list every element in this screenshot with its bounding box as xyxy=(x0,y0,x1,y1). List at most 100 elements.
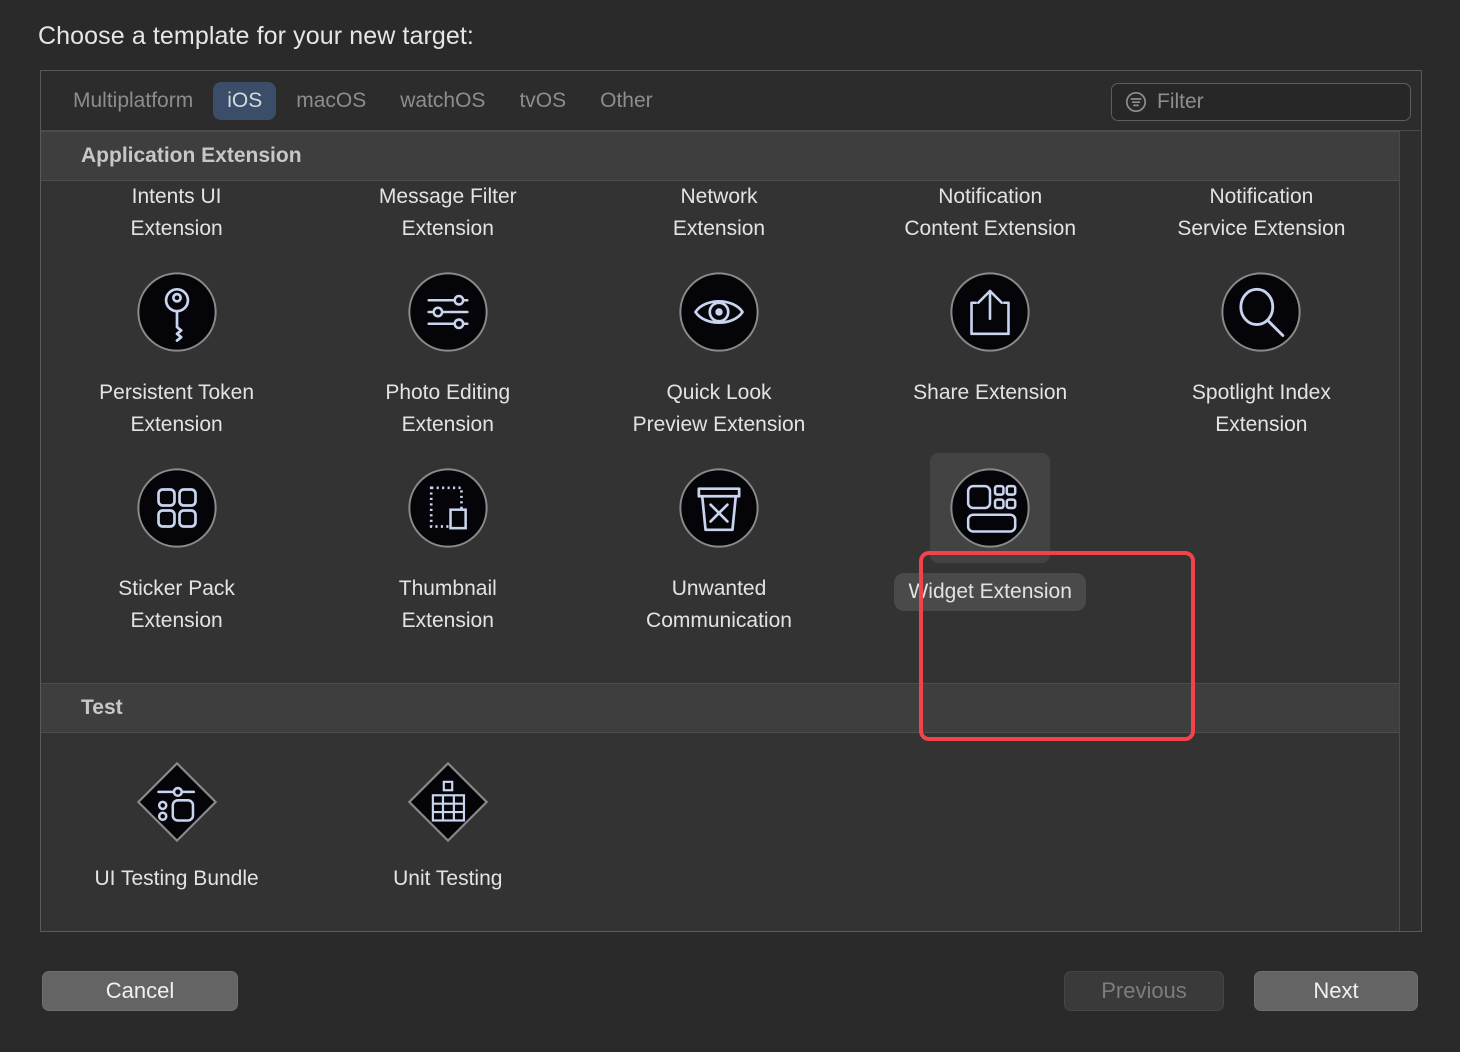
platform-tab-watchos[interactable]: watchOS xyxy=(386,82,499,120)
template-label: Notification Service Extension xyxy=(1177,185,1346,240)
template-label: Quick Look Preview Extension xyxy=(632,381,806,436)
template-cell xyxy=(583,863,854,897)
template-label: Intents UI Extension xyxy=(130,185,223,240)
icon-container xyxy=(117,257,237,367)
template-label: Unwanted Communication xyxy=(646,577,792,632)
template-cell-empty xyxy=(1126,453,1397,573)
icon-container xyxy=(388,747,508,857)
template-label: Spotlight Index Extension xyxy=(1191,381,1331,436)
template-cell-sticker-pack-extension[interactable] xyxy=(41,453,312,573)
platform-tab-tvos[interactable]: tvOS xyxy=(505,82,580,120)
template-cell-ui-testing-bundle[interactable] xyxy=(41,747,312,863)
template-label: Unit Testing xyxy=(393,867,503,890)
template-list[interactable]: Application Extension Intents UI Extensi… xyxy=(41,131,1421,931)
platform-tab-ios[interactable]: iOS xyxy=(213,81,277,120)
template-cell-empty xyxy=(855,747,1126,863)
template-label: Network Extension xyxy=(672,185,766,240)
template-cell[interactable]: Share Extension xyxy=(855,377,1126,453)
next-button[interactable]: Next xyxy=(1254,971,1418,1011)
sliders-icon xyxy=(408,272,488,352)
scrollbar-track[interactable] xyxy=(1399,131,1421,931)
template-cell[interactable]: Photo Editing Extension xyxy=(312,377,583,453)
icon-container xyxy=(930,257,1050,367)
template-cell[interactable]: Persistent Token Extension xyxy=(41,377,312,453)
template-cell xyxy=(855,863,1126,897)
template-cell-empty xyxy=(1126,747,1397,863)
template-cell[interactable]: Widget Extension xyxy=(855,573,1126,649)
share-icon xyxy=(950,272,1030,352)
new-target-template-dialog: Choose a template for your new target: M… xyxy=(0,0,1460,1052)
template-cell[interactable]: Spotlight Index Extension xyxy=(1126,377,1397,453)
template-cell xyxy=(1126,573,1397,649)
thumbnail-icon xyxy=(408,468,488,548)
template-row-labels-partial: Intents UI Extension Message Filter Exte… xyxy=(41,181,1421,257)
template-cell xyxy=(1126,863,1397,897)
template-label: Photo Editing Extension xyxy=(385,381,511,436)
icon-container xyxy=(117,453,237,563)
template-cell[interactable]: Notification Service Extension xyxy=(1126,181,1397,257)
template-cell-widget-extension[interactable] xyxy=(855,453,1126,573)
filter-icon xyxy=(1124,90,1148,114)
template-cell[interactable]: Unwanted Communication xyxy=(583,573,854,649)
template-cell[interactable]: Thumbnail Extension xyxy=(312,573,583,649)
template-label: Sticker Pack Extension xyxy=(118,577,235,632)
template-cell[interactable]: UI Testing Bundle xyxy=(41,863,312,897)
template-cell-persistent-token-extension[interactable] xyxy=(41,257,312,377)
trash-x-icon xyxy=(679,468,759,548)
template-cell[interactable]: Notification Content Extension xyxy=(855,181,1126,257)
unit-test-diamond-icon xyxy=(407,761,488,843)
template-label: Share Extension xyxy=(913,381,1068,404)
cancel-button[interactable]: Cancel xyxy=(42,971,238,1011)
template-cell[interactable]: Message Filter Extension xyxy=(312,181,583,257)
icon-container xyxy=(659,257,779,367)
template-cell[interactable]: Intents UI Extension xyxy=(41,181,312,257)
template-cell-share-extension[interactable] xyxy=(855,257,1126,377)
platform-tab-multiplatform[interactable]: Multiplatform xyxy=(59,82,207,120)
test-row-icons xyxy=(41,733,1421,863)
eye-icon xyxy=(679,272,759,352)
key-icon xyxy=(136,272,217,352)
ui-test-diamond-icon xyxy=(136,761,217,843)
icon-container xyxy=(117,747,237,857)
previous-button[interactable]: Previous xyxy=(1064,971,1224,1011)
template-cell[interactable]: Unit Testing xyxy=(312,863,583,897)
selected-template-label: Widget Extension xyxy=(894,573,1086,611)
template-cell[interactable]: Sticker Pack Extension xyxy=(41,573,312,649)
icon-container xyxy=(659,453,779,563)
template-label: Notification Content Extension xyxy=(904,185,1076,240)
icon-container xyxy=(1201,257,1321,367)
template-row-labels-3: Sticker Pack Extension Thumbnail Extensi… xyxy=(41,573,1421,649)
template-cell[interactable]: Quick Look Preview Extension xyxy=(583,377,854,453)
test-row-labels: UI Testing Bundle Unit Testing xyxy=(41,863,1421,897)
page-title: Choose a template for your new target: xyxy=(38,22,474,50)
template-row-labels-2: Persistent Token Extension Photo Editing… xyxy=(41,377,1421,453)
template-label-selected: Widget Extension xyxy=(888,573,1091,611)
template-cell-spotlight-index-extension[interactable] xyxy=(1126,257,1397,377)
filter-input[interactable]: Filter xyxy=(1111,83,1411,121)
section-header-test: Test xyxy=(41,683,1421,733)
icon-container xyxy=(388,453,508,563)
section-header-application-extension: Application Extension xyxy=(41,131,1421,181)
platform-toolbar: Multiplatform iOS macOS watchOS tvOS Oth… xyxy=(41,71,1421,131)
platform-tab-other[interactable]: Other xyxy=(586,82,667,120)
template-label: Persistent Token Extension xyxy=(99,381,255,436)
platform-tab-macos[interactable]: macOS xyxy=(282,82,380,120)
template-label: Message Filter Extension xyxy=(378,185,517,240)
template-row-icons-1 xyxy=(41,257,1421,377)
filter-placeholder: Filter xyxy=(1157,90,1204,113)
template-cell[interactable]: Network Extension xyxy=(583,181,854,257)
icon-container-empty xyxy=(1201,453,1321,563)
template-cell-photo-editing-extension[interactable] xyxy=(312,257,583,377)
template-label: Thumbnail Extension xyxy=(398,577,497,632)
template-cell-quick-look-preview-extension[interactable] xyxy=(583,257,854,377)
template-cell-thumbnail-extension[interactable] xyxy=(312,453,583,573)
template-row-icons-2 xyxy=(41,453,1421,573)
template-label: UI Testing Bundle xyxy=(94,867,259,890)
template-cell-unwanted-communication[interactable] xyxy=(583,453,854,573)
template-cell-unit-testing[interactable] xyxy=(312,747,583,863)
magnifier-icon xyxy=(1221,272,1302,352)
template-cell-empty xyxy=(583,747,854,863)
icon-container xyxy=(388,257,508,367)
four-squares-icon xyxy=(136,468,217,548)
widget-icon xyxy=(950,468,1030,548)
